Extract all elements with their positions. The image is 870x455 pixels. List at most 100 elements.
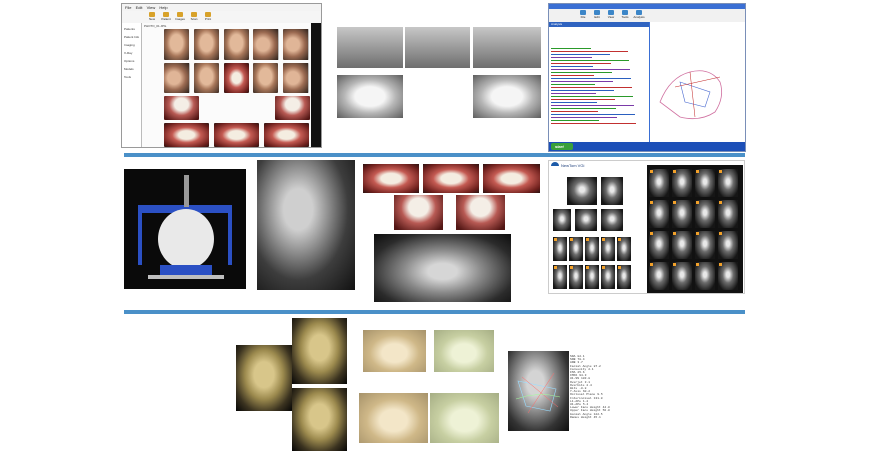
extraoral-photo[interactable] [253,29,279,60]
intraoral-photo [363,164,419,193]
analysis-line [551,120,599,121]
intraoral-photo[interactable] [264,123,309,147]
cbct-header: NewTom VGi [561,163,585,168]
cbct-slice [695,262,715,290]
extraoral-photo[interactable] [283,29,309,60]
analysis-line [551,117,617,118]
occlusal-photo[interactable] [164,96,199,120]
toolbar-button[interactable]: Patient [160,12,172,22]
extraoral-photo[interactable] [194,29,219,60]
cbct-slice-grid [647,165,743,293]
analysis-line [551,102,597,103]
photo-grid: PHOTO_01.JPG [142,23,321,147]
intraoral-photo[interactable] [214,123,259,147]
cbct-slice [649,200,669,228]
cbct-slice [718,262,738,290]
menu-item-file[interactable]: File [125,5,131,10]
ortho-imaging-window: File Edit View Help New Patient Images S… [121,3,322,148]
extraoral-photo[interactable] [253,63,278,93]
cbct-slice [601,265,615,289]
extraoral-photo[interactable] [164,29,189,60]
analysis-line [551,69,630,70]
analysis-line [551,72,612,73]
toolbar-button[interactable]: View [605,10,617,20]
sidebar-item[interactable]: Imaging [124,44,140,47]
toolbar-button[interactable]: Edit [591,10,603,20]
sidebar-item[interactable]: Models [124,68,140,71]
sidebar-item[interactable]: Tools [124,76,140,79]
sidebar: Patients Patient Info Imaging X-Ray Opti… [122,23,142,147]
ceph-tracing-xray [508,351,569,431]
cbct-slice [553,209,571,231]
analysis-line [551,99,615,100]
analysis-line [551,90,614,91]
ceph-xray [257,160,355,290]
menu-item-edit[interactable]: Edit [136,5,143,10]
sidebar-item[interactable]: Options [124,60,140,63]
cbct-slice [617,237,631,261]
intraoral-photo [423,164,479,193]
intraoral-photo[interactable] [224,63,249,93]
extraoral-photo[interactable] [224,29,249,60]
analysis-line [551,60,629,61]
cbct-slice [617,265,631,289]
measure-value: 45.1 [593,415,601,419]
toolbar-button[interactable]: Tools [619,10,631,20]
measure-name: Ramus Height [570,415,592,419]
occlusal-photo [456,195,505,230]
file-name: PHOTO_01.JPG [144,24,167,28]
intraoral-photo[interactable] [164,123,209,147]
menu-item-view[interactable]: View [147,5,156,10]
analysis-line [551,114,635,115]
cbct-slice [601,237,615,261]
section-divider [124,153,745,157]
measure-value: 131.0 [593,396,603,400]
extraoral-photo[interactable] [164,63,190,93]
cbct-slice [553,237,567,261]
articulator-graphic [138,175,232,279]
extraoral-photo[interactable] [194,63,219,93]
toolbar-button[interactable]: Analysis [633,10,645,20]
occlusal-photo[interactable] [275,96,310,120]
3d-skull-lateral [292,388,347,451]
cbct-slice [718,169,738,197]
digital-model-front [434,330,494,372]
analysis-line [551,93,596,94]
analysis-line [551,66,593,67]
scrollbar[interactable] [311,23,321,147]
section-divider [124,310,745,314]
cbct-slice [718,200,738,228]
ceph-measurement-report: SNA 82.1 SNB 78.4 ANB 3.7 Facial Angle 87.2 Conv… [570,355,685,425]
analysis-line [551,87,632,88]
cbct-slice [649,169,669,197]
measure-value: 87.2 [593,364,601,368]
extraoral-photo[interactable] [283,63,309,93]
3d-skull-front [236,345,292,411]
ceph-tracing-overlay [515,372,561,414]
menu-bar: File Edit View Help [122,4,321,11]
cbct-slice [695,231,715,259]
articulator-photo [124,169,246,289]
analysis-line [551,51,628,52]
tracing-pane [650,22,745,142]
analysis-line [551,84,595,85]
sidebar-item[interactable]: Patients [124,28,140,31]
toolbar-button[interactable]: Scan [188,12,200,22]
cbct-slice [695,169,715,197]
analysis-line [551,78,631,79]
analysis-line [551,75,594,76]
digital-model-front [363,330,426,372]
cbct-slice [672,200,692,228]
analysis-line [551,54,610,55]
toolbar-button[interactable]: File [577,10,589,20]
toolbar-button[interactable]: Print [202,12,214,22]
cbct-slice [718,231,738,259]
menu-item-help[interactable]: Help [159,5,167,10]
digital-model-occlusal [359,393,428,443]
toolbar-button[interactable]: Images [174,12,186,22]
toolbar-button[interactable]: New [146,12,158,22]
toolbar: File Edit View Tools Analysis [549,9,745,23]
sidebar-item[interactable]: X-Ray [124,52,140,55]
sidebar-item[interactable]: Patient Info [124,36,140,39]
analysis-line [551,81,613,82]
